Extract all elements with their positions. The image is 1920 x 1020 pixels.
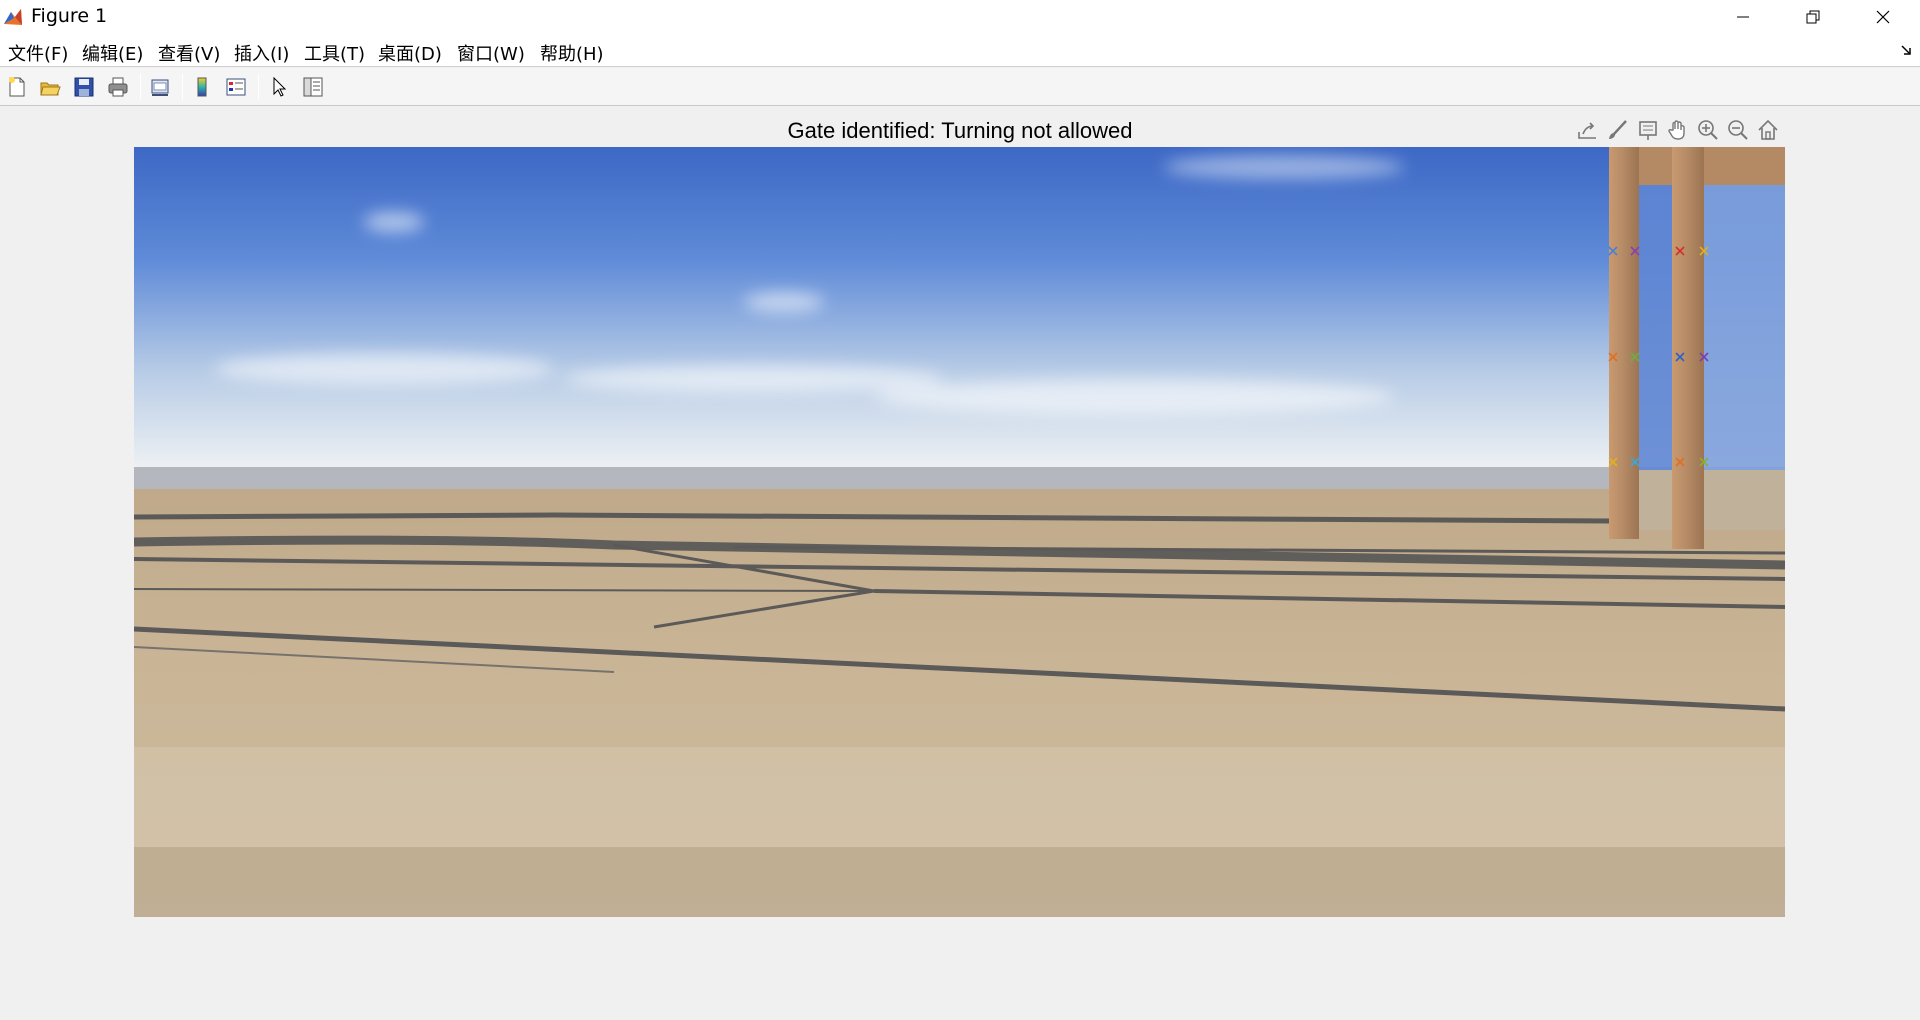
print-icon (108, 77, 128, 97)
restore-button[interactable] (1778, 0, 1848, 34)
close-icon (1876, 10, 1890, 24)
legend-button[interactable] (222, 73, 250, 101)
minimize-button[interactable] (1708, 0, 1778, 34)
figure-canvas: Gate identified: Turning not allowed (0, 106, 1920, 1020)
menu-window[interactable]: 窗口(W) (457, 40, 525, 66)
data-tips-button[interactable] (1634, 116, 1662, 144)
zoom-in-icon (1698, 120, 1718, 140)
toolbar-separator (258, 74, 259, 100)
property-inspector-button[interactable] (299, 73, 327, 101)
ground-texture (134, 747, 1785, 917)
home-button[interactable] (1754, 116, 1782, 144)
camera-image (134, 147, 1785, 917)
scene-render (134, 147, 1785, 917)
toolbar-separator (140, 74, 141, 100)
colorbar-icon (197, 77, 207, 97)
menu-edit[interactable]: 编辑(E) (82, 40, 143, 66)
pan-icon (1668, 120, 1685, 140)
axes-title: Gate identified: Turning not allowed (787, 118, 1133, 143)
menu-file[interactable]: 文件(F) (8, 40, 68, 66)
sky (134, 147, 1785, 469)
menu-tools[interactable]: 工具(T) (304, 40, 365, 66)
menu-insert[interactable]: 插入(I) (234, 40, 289, 66)
save-icon (74, 77, 94, 97)
menu-desktop[interactable]: 桌面(D) (378, 40, 442, 66)
matlab-icon (2, 6, 24, 28)
gate (1609, 147, 1785, 549)
menu-view[interactable]: 查看(V) (158, 40, 220, 66)
print-button[interactable] (104, 73, 132, 101)
restore-icon (1806, 10, 1820, 24)
brush-button[interactable] (1604, 116, 1632, 144)
new-figure-button[interactable] (3, 73, 31, 101)
open-file-button[interactable] (36, 73, 64, 101)
data-tips-icon (1639, 121, 1657, 140)
zoom-out-button[interactable] (1724, 116, 1752, 144)
home-icon (1758, 119, 1778, 140)
pointer-icon (273, 76, 287, 97)
horizon-band (134, 467, 1785, 489)
zoom-in-button[interactable] (1694, 116, 1722, 144)
toolbar-separator (182, 74, 183, 100)
zoom-out-icon (1728, 120, 1748, 140)
minimize-icon (1737, 16, 1749, 18)
window-title: Figure 1 (31, 5, 108, 27)
brush-icon (1609, 120, 1627, 139)
close-button[interactable] (1848, 0, 1918, 34)
pan-button[interactable] (1664, 116, 1692, 144)
export-button[interactable] (1574, 116, 1602, 144)
new-figure-icon (9, 77, 25, 97)
figure-toolbar (0, 68, 1920, 106)
export-icon (1578, 122, 1596, 139)
colorbar-button[interactable] (188, 73, 216, 101)
link-plot-icon (151, 79, 169, 96)
legend-icon (226, 78, 246, 96)
property-inspector-icon (303, 77, 323, 97)
menu-bar: 文件(F) 编辑(E) 查看(V) 插入(I) 工具(T) 桌面(D) 窗口(W… (0, 34, 1920, 67)
link-plot-button[interactable] (146, 73, 174, 101)
menu-help[interactable]: 帮助(H) (540, 40, 604, 66)
title-bar: Figure 1 (0, 0, 1920, 34)
open-file-icon (40, 82, 61, 96)
pointer-button[interactable] (265, 73, 293, 101)
dock-figure-icon[interactable] (1900, 44, 1912, 59)
save-button[interactable] (70, 73, 98, 101)
